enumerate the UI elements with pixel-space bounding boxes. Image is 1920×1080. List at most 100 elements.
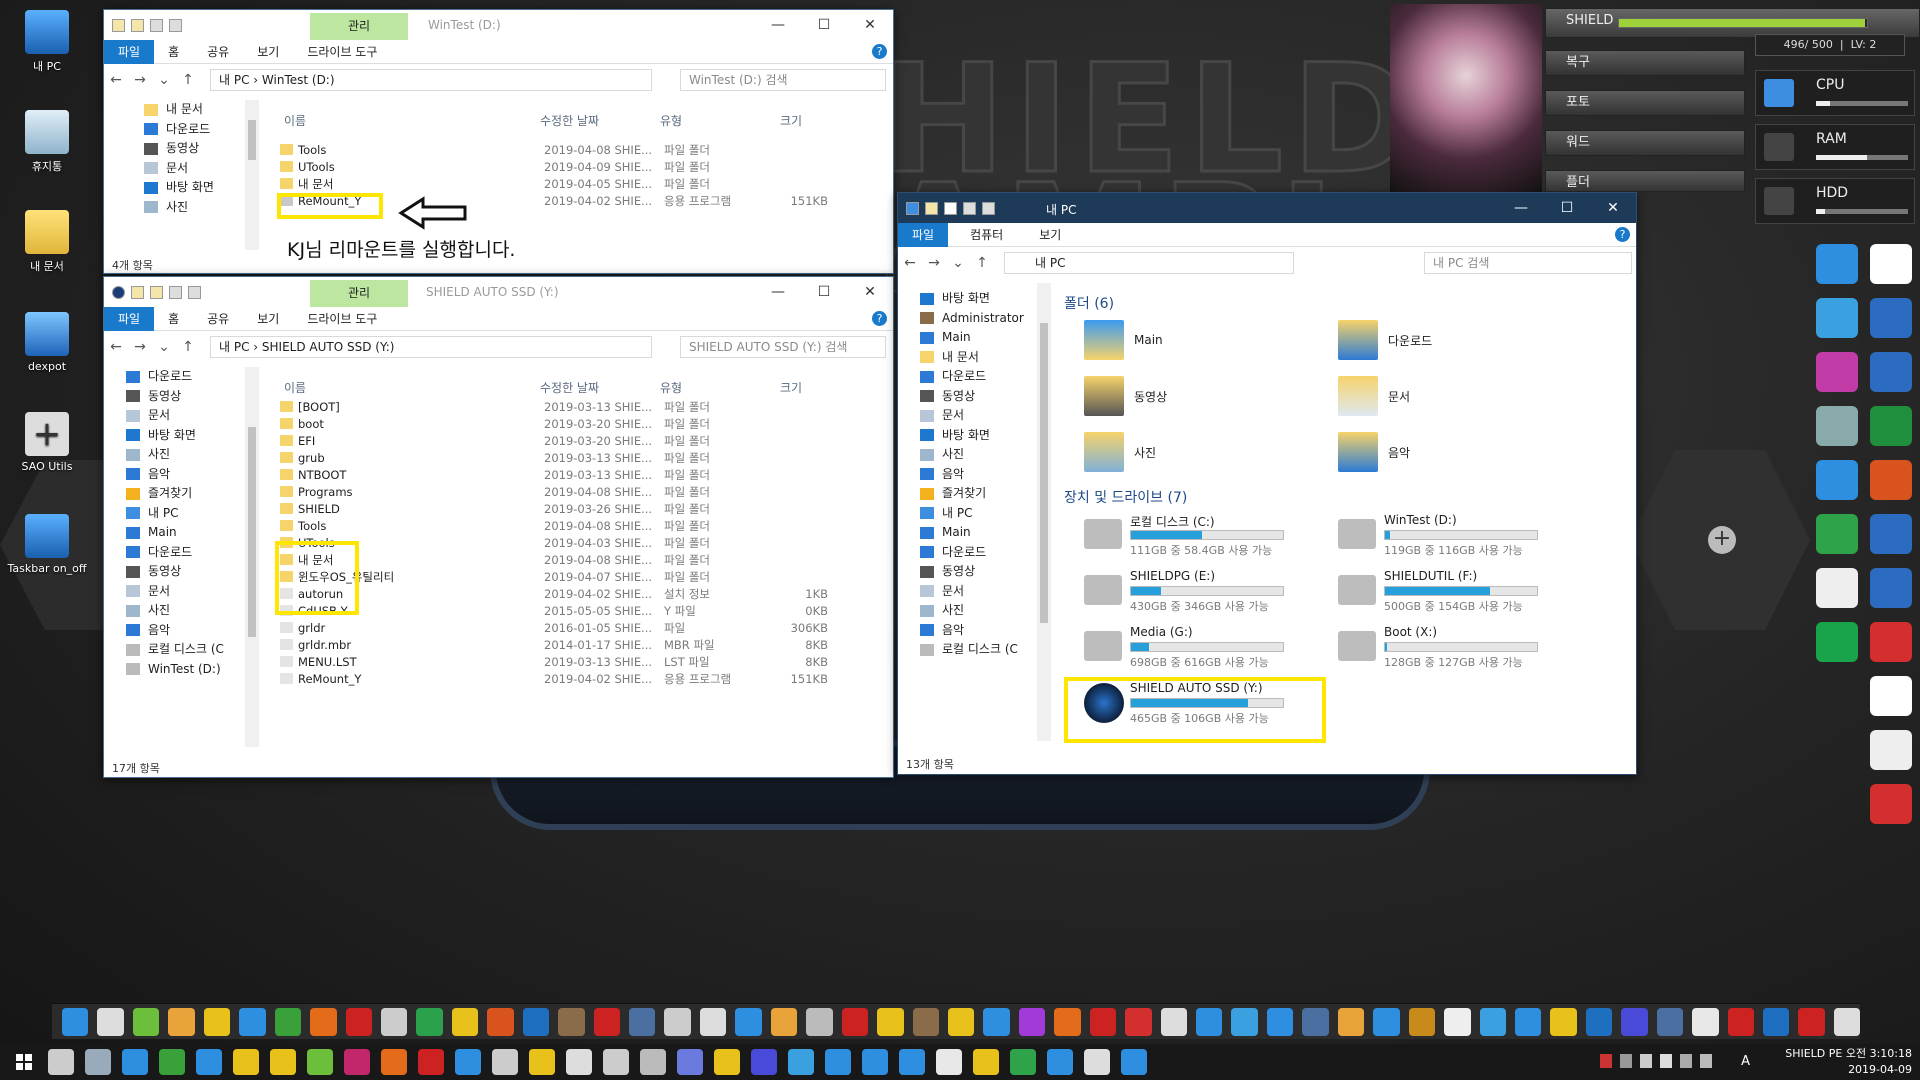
properties-icon[interactable] xyxy=(925,201,938,215)
desktop-icon-recycle-bin[interactable]: 휴지통 xyxy=(2,110,92,174)
address-bar[interactable]: 내 PC › SHIELD AUTO SSD (Y:) xyxy=(210,336,652,358)
file-row[interactable]: autorun 2019-04-02 SHIE... 설치 정보 1KB xyxy=(280,585,828,602)
file-row[interactable]: grub 2019-03-13 SHIE... 파일 폴더 xyxy=(280,449,828,466)
drive-item[interactable]: SHIELDPG (E:) 430GB 중 346GB 사용 가능 xyxy=(1084,569,1284,613)
column-size[interactable]: 크기 xyxy=(780,112,840,129)
app-launcher-icon[interactable] xyxy=(1373,1007,1400,1036)
nav-item[interactable]: Main xyxy=(920,328,1036,348)
nav-item[interactable]: 바탕 화면 xyxy=(920,426,1036,446)
app-launcher-icon[interactable] xyxy=(1621,1007,1648,1036)
app-launcher-icon[interactable] xyxy=(806,1007,833,1036)
file-row[interactable]: ReMount_Y 2019-04-02 SHIE... 응용 프로그램 151KB xyxy=(280,192,828,209)
clock[interactable]: SHIELD PE 오전 3:10:18 2019-04-09 xyxy=(1785,1046,1912,1078)
drive-item[interactable]: 로컬 디스크 (C:) 111GB 중 58.4GB 사용 가능 xyxy=(1084,513,1284,557)
app-launcher-icon[interactable] xyxy=(451,1007,479,1036)
nav-scrollbar[interactable] xyxy=(245,100,259,250)
app-icon[interactable] xyxy=(677,1049,703,1075)
monitor-icon[interactable] xyxy=(85,1049,111,1075)
nav-item[interactable]: 내 문서 xyxy=(920,348,1036,368)
file-row[interactable]: ReMount_Y 2019-04-02 SHIE... 응용 프로그램 151KB xyxy=(280,670,828,687)
nav-item[interactable]: 문서 xyxy=(920,582,1036,602)
app-launcher-icon[interactable] xyxy=(345,1007,372,1036)
app-launcher-icon[interactable] xyxy=(912,1007,939,1036)
nav-item[interactable]: WinTest (D:) xyxy=(126,660,246,680)
app-launcher-icon[interactable] xyxy=(629,1007,656,1036)
ime-indicator[interactable]: A xyxy=(1741,1054,1750,1069)
folder-item[interactable]: 사진 xyxy=(1084,432,1156,472)
file-row[interactable]: UTools 2019-04-03 SHIE... 파일 폴더 xyxy=(280,534,828,551)
file-row[interactable]: Tools 2019-04-08 SHIE... 파일 폴더 xyxy=(280,517,828,534)
file-row[interactable]: NTBOOT 2019-03-13 SHIE... 파일 폴더 xyxy=(280,466,828,483)
maximize-button[interactable]: ☐ xyxy=(801,10,847,40)
nav-item[interactable]: 다운로드 xyxy=(920,367,1036,387)
nav-scrollbar[interactable] xyxy=(245,367,259,747)
up-icon[interactable]: ↑ xyxy=(970,255,994,271)
desktop-icon-my-documents[interactable]: 내 문서 xyxy=(2,210,92,274)
app-launcher-icon[interactable] xyxy=(1302,1007,1329,1036)
tab-share[interactable]: 공유 xyxy=(193,40,243,64)
app-icon[interactable] xyxy=(1047,1049,1073,1075)
nav-item[interactable]: 문서 xyxy=(126,582,246,602)
nav-item[interactable]: 문서 xyxy=(920,406,1036,426)
column-size[interactable]: 크기 xyxy=(780,379,840,396)
file-row[interactable]: UTools 2019-04-09 SHIE... 파일 폴더 xyxy=(280,158,828,175)
file-row[interactable]: MENU.LST 2019-03-13 SHIE... LST 파일 8KB xyxy=(280,653,828,670)
forward-icon[interactable]: → xyxy=(128,72,152,88)
app-launcher-icon[interactable] xyxy=(1479,1007,1506,1036)
file-row[interactable]: SHIELD 2019-03-26 SHIE... 파일 폴더 xyxy=(280,500,828,517)
nav-item[interactable]: 내 문서 xyxy=(144,100,254,120)
minimize-button[interactable]: — xyxy=(755,10,801,40)
hud-menu-item[interactable]: 플더 xyxy=(1545,170,1745,192)
undo-icon[interactable] xyxy=(963,201,976,215)
app-launcher-icon[interactable] xyxy=(62,1007,89,1036)
app-launcher-icon[interactable] xyxy=(310,1007,337,1036)
powerpoint-icon[interactable] xyxy=(1870,460,1912,500)
nav-item[interactable]: 바탕 화면 xyxy=(144,178,254,198)
nav-item[interactable]: Main xyxy=(126,523,246,543)
new-folder-icon[interactable] xyxy=(131,18,144,32)
tab-home[interactable]: 홈 xyxy=(154,307,193,331)
help-icon[interactable]: ? xyxy=(872,311,887,326)
app-icon[interactable] xyxy=(455,1049,481,1075)
gift-icon[interactable] xyxy=(270,1049,296,1075)
excel-icon[interactable] xyxy=(1870,406,1912,446)
app-launcher-icon[interactable] xyxy=(416,1007,443,1036)
word-icon[interactable] xyxy=(1870,244,1912,284)
desktop-icon-taskbar-toggle[interactable]: Taskbar on_off xyxy=(2,514,92,575)
tab-file[interactable]: 파일 xyxy=(898,222,949,247)
app-launcher-icon[interactable] xyxy=(1550,1007,1577,1036)
app-launcher-icon[interactable] xyxy=(1408,1007,1436,1036)
app-launcher-icon[interactable] xyxy=(1656,1007,1684,1036)
word-icon[interactable] xyxy=(1870,514,1912,554)
network-icon[interactable] xyxy=(1640,1054,1652,1068)
app-launcher-icon[interactable] xyxy=(1514,1007,1542,1036)
desktop-icon-my-pc[interactable]: 내 PC xyxy=(2,10,92,74)
nav-item[interactable]: 동영상 xyxy=(920,387,1036,407)
nav-item[interactable]: 사진 xyxy=(920,601,1036,621)
column-type[interactable]: 유형 xyxy=(660,379,780,396)
redo-icon[interactable] xyxy=(982,201,995,215)
tray-icon[interactable] xyxy=(1620,1054,1632,1068)
undo-icon[interactable] xyxy=(169,285,182,299)
app-launcher-icon[interactable] xyxy=(1054,1007,1081,1036)
file-row[interactable]: grldr.mbr 2014-01-17 SHIE... MBR 파일 8KB xyxy=(280,636,828,653)
app-launcher-icon[interactable] xyxy=(168,1007,195,1036)
nav-item[interactable]: 바탕 화면 xyxy=(920,289,1036,309)
folder-item[interactable]: 동영상 xyxy=(1084,376,1167,416)
file-row[interactable]: 내 문서 2019-04-05 SHIE... 파일 폴더 xyxy=(280,175,828,192)
app-launcher-icon[interactable] xyxy=(487,1007,514,1036)
help-icon[interactable]: ? xyxy=(1615,227,1630,242)
column-date[interactable]: 수정한 날짜 xyxy=(540,112,660,129)
nav-item[interactable]: 음악 xyxy=(126,621,246,641)
app-launcher-icon[interactable] xyxy=(97,1007,124,1036)
search-input[interactable]: SHIELD AUTO SSD (Y:) 검색 xyxy=(680,336,886,358)
tab-view[interactable]: 보기 xyxy=(243,307,293,331)
nav-item[interactable]: 음악 xyxy=(920,465,1036,485)
tab-manage[interactable]: 관리 xyxy=(310,280,408,307)
nav-item[interactable]: 사진 xyxy=(126,601,246,621)
folder-item[interactable]: 다운로드 xyxy=(1338,320,1432,360)
maximize-button[interactable]: ☐ xyxy=(801,277,847,307)
app-icon[interactable] xyxy=(936,1049,962,1075)
tab-file[interactable]: 파일 xyxy=(104,39,155,64)
tab-file[interactable]: 파일 xyxy=(104,306,155,331)
